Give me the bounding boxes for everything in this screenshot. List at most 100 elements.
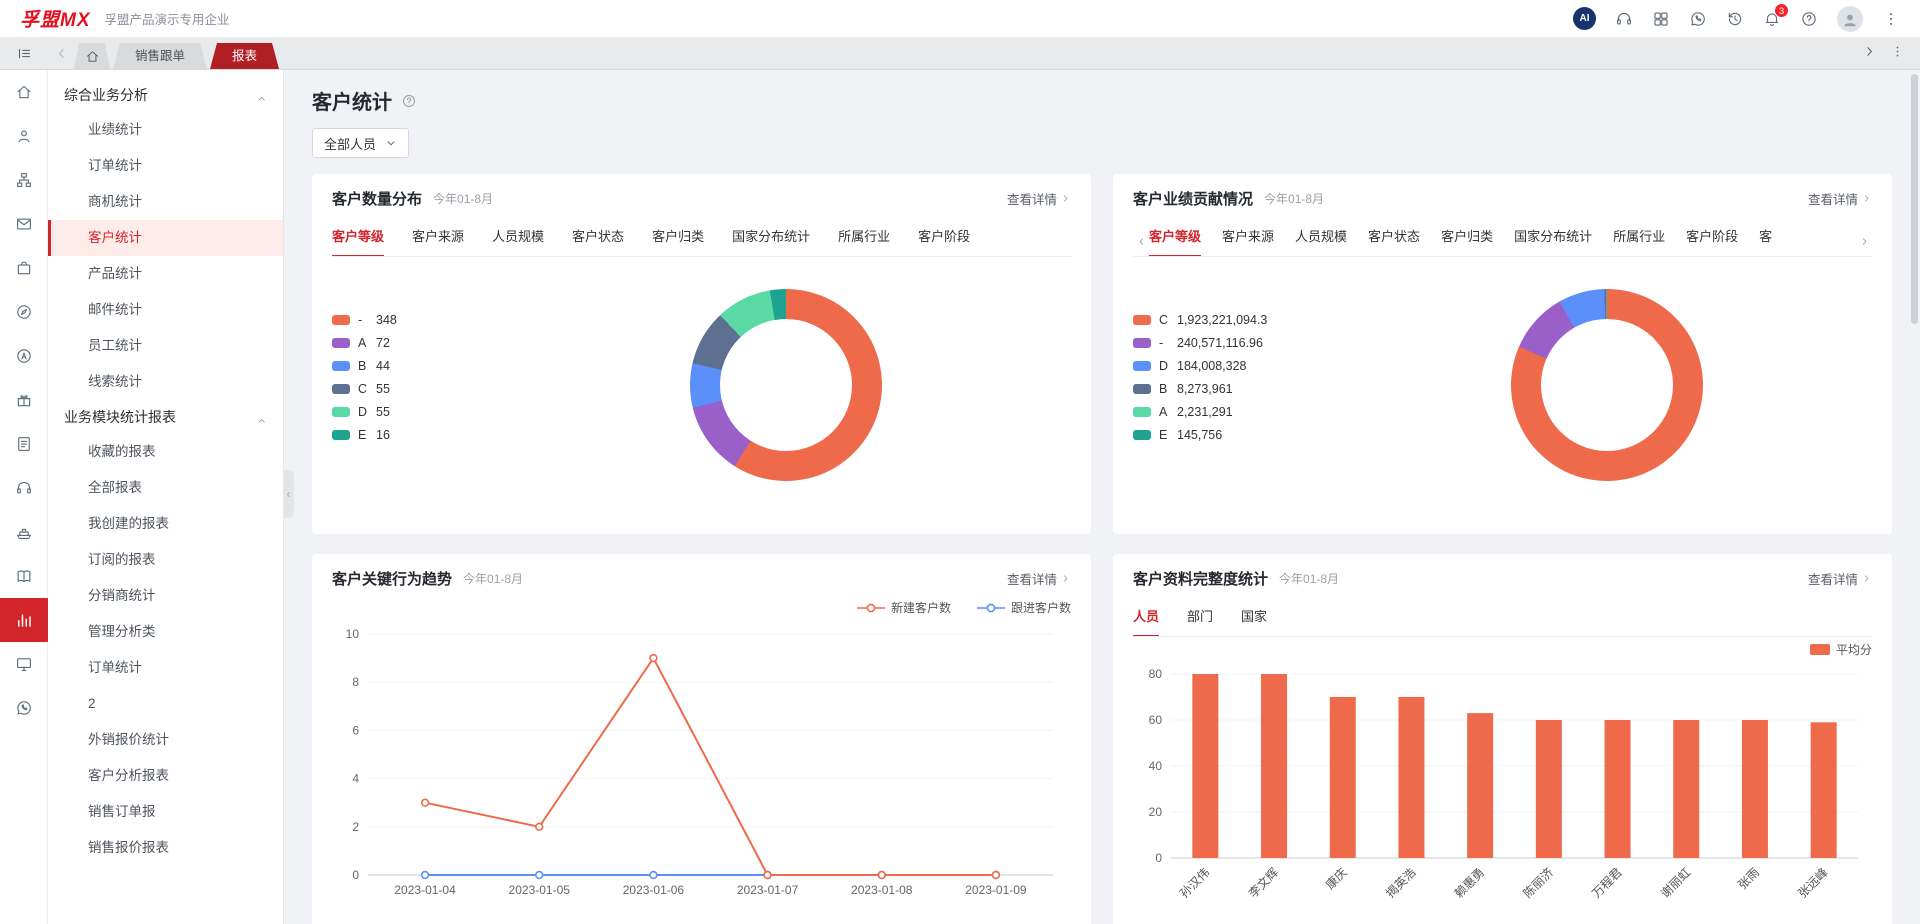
ai-assistant-button[interactable]: AI xyxy=(1573,7,1596,30)
whatsapp-icon[interactable] xyxy=(1689,10,1707,28)
legend-item[interactable]: A2,231,291 xyxy=(1133,405,1341,419)
chart-tab[interactable]: 客 xyxy=(1759,217,1772,256)
whatsapp-icon[interactable] xyxy=(0,686,48,730)
report-icon[interactable] xyxy=(0,422,48,466)
chart-tab[interactable]: 人员 xyxy=(1133,597,1159,637)
home-tab[interactable] xyxy=(74,43,110,69)
chart-tab[interactable]: 客户等级 xyxy=(1149,217,1201,257)
sidebar-toggle-icon[interactable] xyxy=(0,37,48,69)
chart-tab[interactable]: 客户等级 xyxy=(332,217,384,257)
donut-chart xyxy=(1511,289,1703,481)
page-help-icon[interactable] xyxy=(401,93,417,109)
bag-icon[interactable] xyxy=(0,246,48,290)
nav-back-icon[interactable] xyxy=(48,37,74,69)
legend-item[interactable]: B8,273,961 xyxy=(1133,382,1341,396)
view-details-link[interactable]: 查看详情 xyxy=(1007,569,1071,588)
contacts-icon[interactable] xyxy=(0,114,48,158)
book-icon[interactable] xyxy=(0,554,48,598)
compass-icon[interactable] xyxy=(0,290,48,334)
scrollbar[interactable] xyxy=(1911,74,1918,324)
view-details-link[interactable]: 查看详情 xyxy=(1808,569,1872,588)
tabs-scroll-right[interactable] xyxy=(1856,227,1872,257)
sidebar-item[interactable]: 订单统计 xyxy=(48,650,283,686)
legend-item[interactable]: B44 xyxy=(332,359,500,373)
menu-section-header[interactable]: 业务模块统计报表 xyxy=(48,400,283,434)
chart-tab[interactable]: 客户来源 xyxy=(412,217,464,256)
gift-icon[interactable] xyxy=(0,378,48,422)
legend-item[interactable]: D184,008,328 xyxy=(1133,359,1341,373)
sidebar-item[interactable]: 分销商统计 xyxy=(48,578,283,614)
personnel-filter-dropdown[interactable]: 全部人员 xyxy=(312,128,409,158)
legend-item[interactable]: 平均分 xyxy=(1810,641,1872,658)
legend-item[interactable]: -240,571,116.96 xyxy=(1133,336,1341,350)
sidebar-item[interactable]: 我创建的报表 xyxy=(48,506,283,542)
sidebar-item[interactable]: 邮件统计 xyxy=(48,292,283,328)
chart-tab[interactable]: 国家 xyxy=(1241,597,1267,636)
sidebar-item[interactable]: 订阅的报表 xyxy=(48,542,283,578)
avatar[interactable] xyxy=(1837,6,1863,32)
history-icon[interactable] xyxy=(1726,10,1744,28)
chart-tab[interactable]: 所属行业 xyxy=(838,217,890,256)
chart-tab[interactable]: 客户阶段 xyxy=(918,217,970,256)
legend-item[interactable]: A72 xyxy=(332,336,500,350)
monitor-icon[interactable] xyxy=(0,642,48,686)
legend-item[interactable]: C1,923,221,094.3 xyxy=(1133,313,1341,327)
more-menu-icon[interactable] xyxy=(1882,10,1900,28)
legend-item[interactable]: 新建客户数 xyxy=(857,599,951,616)
sidebar-item[interactable]: 员工统计 xyxy=(48,328,283,364)
sidebar-item[interactable]: 收藏的报表 xyxy=(48,434,283,470)
chart-tab[interactable]: 客户状态 xyxy=(1368,217,1420,256)
sidebar-item[interactable]: 外销报价统计 xyxy=(48,722,283,758)
apps-grid-icon[interactable] xyxy=(1652,10,1670,28)
legend-item[interactable]: D55 xyxy=(332,405,500,419)
chart-tab[interactable]: 部门 xyxy=(1187,597,1213,636)
sidebar-item[interactable]: 订单统计 xyxy=(48,148,283,184)
headset-icon[interactable] xyxy=(0,466,48,510)
chart-tab[interactable]: 客户阶段 xyxy=(1686,217,1738,256)
home-icon[interactable] xyxy=(0,70,48,114)
chart-tab[interactable]: 国家分布统计 xyxy=(1514,217,1592,256)
sidebar-item[interactable]: 2 xyxy=(48,686,283,722)
sidebar-item[interactable]: 管理分析类 xyxy=(48,614,283,650)
dashboard-grid: 客户数量分布 今年01-8月 查看详情 客户等级客户来源人员规模客户状态客户归类… xyxy=(312,174,1892,924)
support-icon[interactable] xyxy=(1615,10,1633,28)
sidebar-item[interactable]: 客户分析报表 xyxy=(48,758,283,794)
legend-item[interactable]: C55 xyxy=(332,382,500,396)
nav-forward-icon[interactable] xyxy=(1862,44,1880,62)
org-icon[interactable] xyxy=(0,158,48,202)
view-details-link[interactable]: 查看详情 xyxy=(1808,189,1872,208)
ship-icon[interactable] xyxy=(0,510,48,554)
help-icon[interactable] xyxy=(1800,10,1818,28)
sidebar-item[interactable]: 业绩统计 xyxy=(48,112,283,148)
chart-tab[interactable]: 国家分布统计 xyxy=(732,217,810,256)
legend-item[interactable]: E16 xyxy=(332,428,500,442)
chart-tab[interactable]: 客户归类 xyxy=(652,217,704,256)
sidebar-item[interactable]: 销售订单报 xyxy=(48,794,283,830)
view-details-link[interactable]: 查看详情 xyxy=(1007,189,1071,208)
legend-item[interactable]: 跟进客户数 xyxy=(977,599,1071,616)
chart-tab[interactable]: 客户归类 xyxy=(1441,217,1493,256)
workspace-tab[interactable]: 报表 xyxy=(210,43,279,69)
chart-tab[interactable]: 人员规模 xyxy=(1295,217,1347,256)
tabs-scroll-left[interactable] xyxy=(1133,227,1149,257)
sidebar-item[interactable]: 产品统计 xyxy=(48,256,283,292)
chart-tab[interactable]: 人员规模 xyxy=(492,217,544,256)
notifications-button[interactable]: 3 xyxy=(1763,10,1781,28)
chart-tab[interactable]: 客户来源 xyxy=(1222,217,1274,256)
menu-section-header[interactable]: 综合业务分析 xyxy=(48,78,283,112)
legend-item[interactable]: -348 xyxy=(332,313,500,327)
workspace-tab[interactable]: 销售跟单 xyxy=(113,43,207,69)
mail-icon[interactable] xyxy=(0,202,48,246)
sidebar-item[interactable]: 客户统计 xyxy=(48,220,283,256)
sidebar-item[interactable]: 商机统计 xyxy=(48,184,283,220)
chart-tab[interactable]: 客户状态 xyxy=(572,217,624,256)
tab-more-icon[interactable] xyxy=(1890,44,1908,62)
sidebar-item[interactable]: 全部报表 xyxy=(48,470,283,506)
chart-icon[interactable] xyxy=(0,598,48,642)
legend-item[interactable]: E145,756 xyxy=(1133,428,1341,442)
chart-tab[interactable]: 所属行业 xyxy=(1613,217,1665,256)
sidebar-item[interactable]: 线索统计 xyxy=(48,364,283,400)
circle-a-icon[interactable] xyxy=(0,334,48,378)
sidebar-item[interactable]: 销售报价报表 xyxy=(48,830,283,866)
sidebar-collapse-handle[interactable] xyxy=(283,470,294,518)
